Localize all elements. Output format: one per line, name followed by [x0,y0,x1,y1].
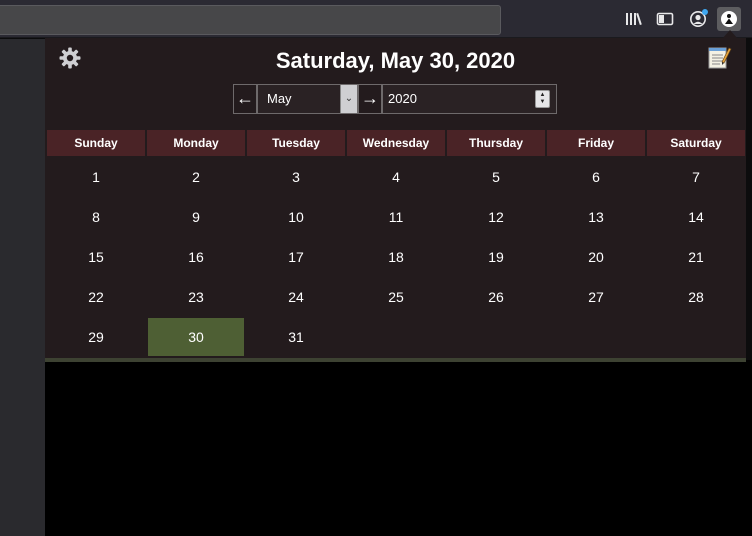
weekday-header: Tuesday [247,130,345,156]
previous-month-button[interactable]: ← [233,84,257,114]
browser-toolbar [0,0,752,38]
calendar-grid: Sunday Monday Tuesday Wednesday Thursday Frid… [46,130,746,356]
day-cell[interactable]: 23 [148,278,244,316]
day-cell[interactable]: 10 [248,198,344,236]
day-cell[interactable]: 3 [248,158,344,196]
page-content-area [45,360,752,536]
year-input[interactable]: 2020 ▲ ▼ [382,84,557,114]
year-input-value: 2020 [388,91,417,106]
account-icon[interactable] [686,7,710,31]
month-year-controls: ← May ⌄ → 2020 ▲ ▼ [233,84,557,114]
day-cell[interactable]: 15 [48,238,144,276]
sidebar-icon[interactable] [653,7,677,31]
day-cell[interactable]: 22 [48,278,144,316]
day-cell[interactable]: 16 [148,238,244,276]
day-cell[interactable]: 17 [248,238,344,276]
day-cell[interactable]: 20 [548,238,644,276]
day-cell[interactable]: 13 [548,198,644,236]
day-cell[interactable]: 25 [348,278,444,316]
year-spinner-icon[interactable]: ▲ ▼ [535,90,550,108]
notepad-icon[interactable] [706,44,732,70]
day-cell[interactable]: 4 [348,158,444,196]
day-cell-selected[interactable]: 30 [148,318,244,356]
notification-dot [702,9,708,15]
day-cell[interactable]: 27 [548,278,644,316]
day-cell[interactable]: 28 [648,278,744,316]
weekday-header: Friday [547,130,645,156]
weekday-header: Thursday [447,130,545,156]
month-select[interactable]: May ⌄ [257,84,358,114]
next-month-button[interactable]: → [358,84,382,114]
day-cell[interactable]: 9 [148,198,244,236]
day-cell[interactable]: 14 [648,198,744,236]
day-cell[interactable]: 19 [448,238,544,276]
weekday-header: Wednesday [347,130,445,156]
weekday-header: Sunday [47,130,145,156]
weekday-header: Monday [147,130,245,156]
library-icon[interactable] [622,7,646,31]
day-cell[interactable]: 5 [448,158,544,196]
weekday-header: Saturday [647,130,745,156]
day-cell[interactable]: 8 [48,198,144,236]
day-cell[interactable]: 1 [48,158,144,196]
calendar-popup: Saturday, May 30, 2020 ← May ⌄ → 2020 ▲ ▼… [45,38,746,362]
day-cell[interactable]: 24 [248,278,344,316]
chevron-down-icon[interactable]: ⌄ [340,85,357,113]
day-cell[interactable]: 11 [348,198,444,236]
day-cell[interactable]: 18 [348,238,444,276]
day-cell[interactable]: 26 [448,278,544,316]
day-cell[interactable]: 29 [48,318,144,356]
selected-date-title: Saturday, May 30, 2020 [275,48,516,73]
sidebar-strip [0,39,45,536]
day-cell[interactable]: 2 [148,158,244,196]
day-cell[interactable]: 7 [648,158,744,196]
day-cell[interactable]: 31 [248,318,344,356]
day-cell[interactable]: 12 [448,198,544,236]
month-select-value: May [267,91,292,106]
day-cell[interactable]: 21 [648,238,744,276]
calendar-extension-icon[interactable] [717,7,741,31]
day-cell[interactable]: 6 [548,158,644,196]
url-bar[interactable] [0,5,501,35]
